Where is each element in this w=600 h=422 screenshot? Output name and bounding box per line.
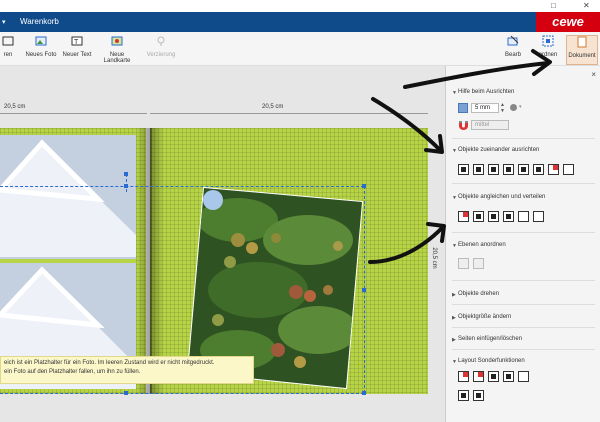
chevron-down-icon[interactable]: ▼	[452, 359, 457, 365]
snap-strength-field[interactable]: mittel	[471, 120, 509, 130]
section-zueinander-ausrichten[interactable]: Objekte zueinander ausrichten	[458, 147, 539, 153]
chevron-right-icon[interactable]: ▶	[452, 292, 456, 298]
layout-function-6-icon[interactable]	[458, 390, 469, 401]
layer-icon-row	[458, 258, 484, 269]
panel-divider	[452, 304, 595, 305]
chevron-down-icon[interactable]: ▼	[452, 90, 457, 96]
svg-text:T: T	[74, 39, 79, 46]
grid-color-icon[interactable]	[510, 104, 517, 111]
align-icon-row	[458, 164, 574, 175]
resize-handle-bottom[interactable]	[124, 391, 128, 395]
maximize-icon[interactable]: □	[551, 1, 556, 11]
toolbar: ren Neues Foto T Neuer Text Neue Landkar…	[0, 32, 600, 66]
grid-size-stepper-icon[interactable]: ▲ ▼	[500, 102, 505, 114]
new-photo-button[interactable]: Neues Foto	[24, 35, 58, 58]
section-objektgroesse-aendern[interactable]: Objektgröße ändern	[458, 314, 511, 320]
section-ebenen-anordnen[interactable]: Ebenen anordnen	[458, 242, 506, 248]
send-backward-icon[interactable]	[473, 258, 484, 269]
text-icon: T	[71, 36, 83, 46]
section-layout-sonderfunktionen[interactable]: Layout Sonderfunktionen	[458, 358, 525, 364]
chevron-down-icon[interactable]: ▼	[452, 195, 457, 201]
layout-function-1-icon[interactable]	[458, 371, 469, 382]
dokument-button[interactable]: Dokument	[566, 35, 598, 65]
document-icon	[577, 36, 587, 48]
panel-divider	[452, 349, 595, 350]
align-top-icon[interactable]	[503, 164, 514, 175]
tab-warenkorb[interactable]: Warenkorb	[20, 17, 59, 26]
align-page-icon[interactable]	[548, 164, 559, 175]
distribute-horizontal-icon[interactable]	[518, 211, 529, 222]
ruler-line-right	[150, 113, 428, 114]
window-titlebar: □ ✕	[0, 0, 600, 12]
edit-icon	[507, 35, 519, 46]
menu-caret-icon[interactable]: ▾	[2, 18, 6, 26]
panel-divider	[452, 232, 595, 233]
grid-color-dropdown-icon[interactable]: ▾	[519, 104, 522, 110]
match-size-icon[interactable]	[503, 211, 514, 222]
section-objekte-drehen[interactable]: Objekte drehen	[458, 291, 499, 297]
layout-function-2-icon[interactable]	[473, 371, 484, 382]
photo-icon	[35, 36, 47, 46]
resize-handle-top[interactable]	[124, 184, 128, 188]
layout-function-7-icon[interactable]	[473, 390, 484, 401]
rotation-handle[interactable]	[124, 172, 128, 176]
chevron-down-icon[interactable]: ▼	[452, 243, 457, 249]
magnet-icon[interactable]	[458, 120, 469, 130]
new-map-button[interactable]: Neue Landkarte	[96, 35, 138, 64]
layout-function-4-icon[interactable]	[503, 371, 514, 382]
chevron-right-icon[interactable]: ▶	[452, 315, 456, 321]
align-center-icon[interactable]	[473, 164, 484, 175]
tooltip-line-1: eich ist ein Platzhalter für ein Foto. I…	[4, 360, 215, 366]
layout-icon-row-1	[458, 371, 529, 382]
rotation-stem	[126, 174, 127, 192]
panel-divider	[452, 280, 595, 281]
left-placeholder-graphic	[0, 135, 136, 389]
section-seiten-einfuegen[interactable]: Seiten einfügen/löschen	[458, 336, 522, 342]
panel-divider	[452, 183, 595, 184]
cewe-logo: cewe	[536, 12, 600, 32]
panel-close-icon[interactable]: ×	[591, 70, 596, 79]
chevron-down-icon[interactable]: ▼	[452, 148, 457, 154]
tooltip-line-2: ein Foto auf den Platzhalter fallen, um …	[4, 369, 141, 375]
align-middle-icon[interactable]	[518, 164, 529, 175]
image-edit-icon	[2, 36, 14, 46]
section-angleichen-verteilen[interactable]: Objekte angleichen und verteilen	[458, 194, 545, 200]
section-hilfe-ausrichten[interactable]: Hilfe beim Ausrichten	[458, 89, 514, 95]
placeholder-tooltip: eich ist ein Platzhalter für ein Foto. I…	[0, 356, 254, 384]
layout-function-3-icon[interactable]	[488, 371, 499, 382]
bring-forward-icon[interactable]	[458, 258, 469, 269]
book-spine-shadow-right	[150, 128, 164, 394]
grid-size-field[interactable]: 5 mm	[471, 103, 499, 113]
distribute-icon-row	[458, 211, 544, 222]
app-header: ▾ Warenkorb	[0, 12, 600, 32]
selection-frame-bottom	[0, 393, 364, 394]
new-text-button[interactable]: T Neuer Text	[62, 35, 92, 58]
map-icon	[111, 36, 123, 46]
panel-divider	[452, 327, 595, 328]
decoration-button[interactable]: Verzierung	[143, 35, 179, 58]
chevron-right-icon[interactable]: ▶	[452, 337, 456, 343]
match-style-icon[interactable]	[458, 211, 469, 222]
distribute-vertical-icon[interactable]	[533, 211, 544, 222]
align-bottom-icon[interactable]	[533, 164, 544, 175]
page-height-label: 20,5 cm	[431, 247, 437, 268]
align-right-icon[interactable]	[488, 164, 499, 175]
wrench-icon[interactable]	[563, 164, 574, 175]
toolbar-edit-button[interactable]: ren	[0, 35, 16, 58]
close-icon[interactable]: ✕	[583, 1, 590, 11]
arrange-panel: × ▼ Hilfe beim Ausrichten 5 mm ▲ ▼ ▾ mitt…	[445, 66, 600, 422]
layout-icon-row-2	[458, 390, 484, 401]
panel-divider	[452, 138, 595, 139]
anordnen-button[interactable]: ordnen	[534, 35, 562, 58]
arrange-icon	[542, 35, 554, 47]
bearbeiten-button[interactable]: Bearb	[500, 35, 526, 58]
match-width-icon[interactable]	[473, 211, 484, 222]
ruler-line-left	[0, 113, 147, 114]
height-label-text: 20,5 cm	[431, 247, 437, 268]
layout-function-5-icon[interactable]	[518, 371, 529, 382]
decoration-icon	[157, 36, 165, 46]
match-height-icon[interactable]	[488, 211, 499, 222]
align-left-icon[interactable]	[458, 164, 469, 175]
grid-toggle-icon[interactable]	[458, 103, 468, 113]
